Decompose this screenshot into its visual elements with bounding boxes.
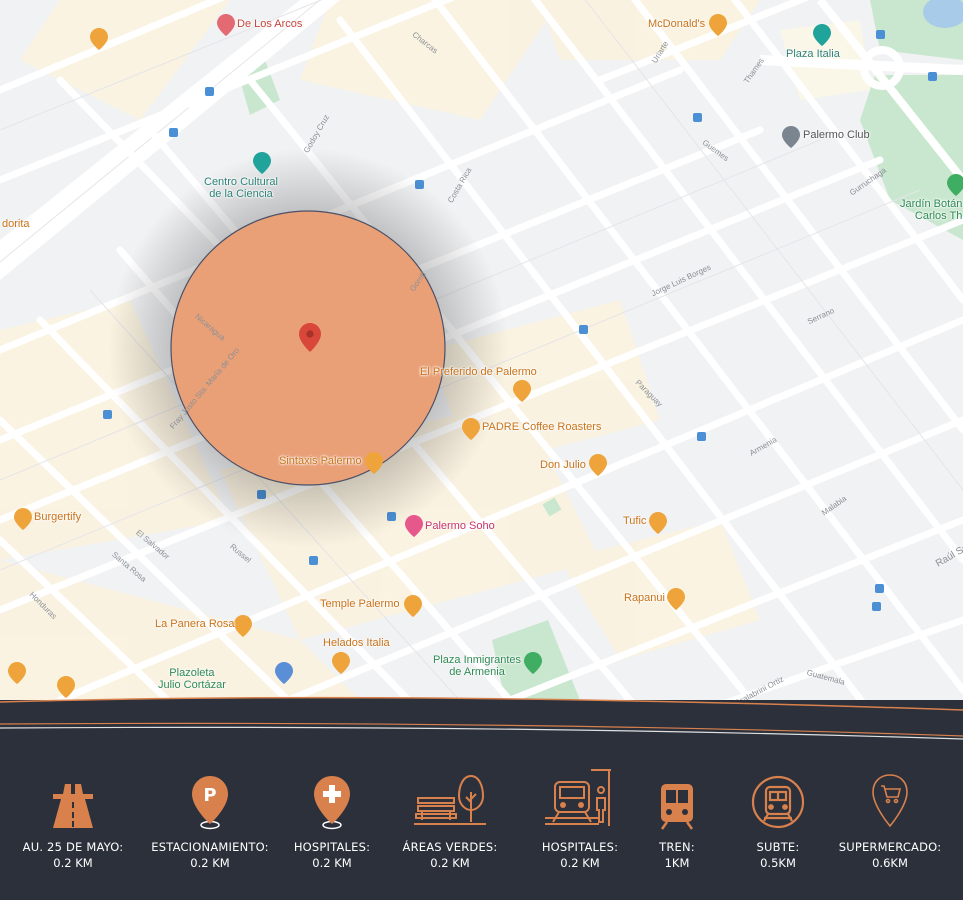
amenity-distance: 0.2 KM <box>190 856 230 870</box>
poi-palermo-soho[interactable]: Palermo Soho <box>425 520 495 532</box>
poi-plazoleta-cortazar[interactable]: Plazoleta Julio Cortázar <box>158 667 226 691</box>
poi-centro-line2: de la Ciencia <box>209 188 273 200</box>
amenity-label: SUBTE: <box>756 840 800 854</box>
hospital-icon <box>267 768 397 830</box>
amenity-label: SUPERMERCADO: <box>838 840 942 854</box>
supermarket-icon <box>825 768 955 830</box>
poi-rapanui[interactable]: Rapanui <box>624 592 665 604</box>
amenity-distance: 0.2 KM <box>53 856 93 870</box>
amenity-highway: AU. 25 DE MAYO: 0.2 KM <box>8 768 138 870</box>
subway-icon <box>713 768 843 830</box>
amenity-subway: SUBTE: 0.5KM <box>713 768 843 870</box>
poi-temple-palermo[interactable]: Temple Palermo <box>320 598 399 610</box>
highway-icon <box>8 768 138 830</box>
poi-burgertify[interactable]: Burgertify <box>34 511 81 523</box>
poi-jardin-line1: Jardín Botán <box>900 198 963 210</box>
amenity-distance: 0.2 KM <box>312 856 352 870</box>
poi-palermo-club[interactable]: Palermo Club <box>803 129 870 141</box>
svg-text:P: P <box>203 785 216 806</box>
poi-helados-italia[interactable]: Helados Italia <box>323 637 390 649</box>
poi-la-panera-rosa[interactable]: La Panera Rosa <box>155 618 235 630</box>
wave-divider <box>0 696 963 740</box>
poi-plaza-inmigrantes-line1: Plaza Inmigrantes <box>433 654 522 666</box>
poi-mcdonalds[interactable]: McDonald's <box>648 18 705 30</box>
poi-plaza-inmigrantes-line2: de Armenia <box>449 666 505 678</box>
amenity-label: AU. 25 DE MAYO: <box>22 840 124 854</box>
poi-centro-cultural[interactable]: Centro Cultural de la Ciencia <box>204 176 278 200</box>
amenity-distance: 0.5KM <box>760 856 796 870</box>
poi-jardin-line2: Carlos Th <box>914 210 963 222</box>
poi-plaza-inmigrantes[interactable]: Plaza Inmigrantes de Armenia <box>433 654 521 678</box>
poi-don-julio[interactable]: Don Julio <box>540 459 586 471</box>
amenity-label: ESTACIONAMIENTO: <box>151 840 269 854</box>
amenity-label: ÁREAS VERDES: <box>402 840 498 854</box>
amenity-green-areas: ÁREAS VERDES: 0.2 KM <box>385 768 515 870</box>
poi-padre-coffee[interactable]: PADRE Coffee Roasters <box>482 421 601 433</box>
poi-tufic[interactable]: Tufic <box>623 515 646 527</box>
poi-de-los-arcos[interactable]: De Los Arcos <box>237 18 302 30</box>
amenity-hospital: HOSPITALES: 0.2 KM <box>267 768 397 870</box>
park-bench-icon <box>385 768 515 830</box>
poi-dorita[interactable]: dorita <box>2 218 30 230</box>
poi-el-preferido[interactable]: El Preferido de Palermo <box>420 366 537 378</box>
poi-jardin-botanico[interactable]: Jardín Botán Carlos Th <box>900 198 962 222</box>
poi-plazoleta-line1: Plazoleta <box>169 667 215 679</box>
poi-plaza-italia[interactable]: Plaza Italia <box>786 48 840 60</box>
poi-sintaxis[interactable]: Sintaxis Palermo <box>279 455 362 467</box>
amenity-distance: 0.6KM <box>872 856 908 870</box>
amenity-parking: P ESTACIONAMIENTO: 0.2 KM <box>145 768 275 870</box>
poi-centro-line1: Centro Cultural <box>204 176 278 188</box>
map-base <box>0 0 963 712</box>
amenity-supermarket: SUPERMERCADO: 0.6KM <box>825 768 955 870</box>
amenity-distance: 0.2 KM <box>430 856 470 870</box>
amenity-label: HOSPITALES: <box>293 840 371 854</box>
parking-icon: P <box>145 768 275 830</box>
map[interactable]: De Los Arcos McDonald's Plaza Italia Pal… <box>0 0 963 712</box>
